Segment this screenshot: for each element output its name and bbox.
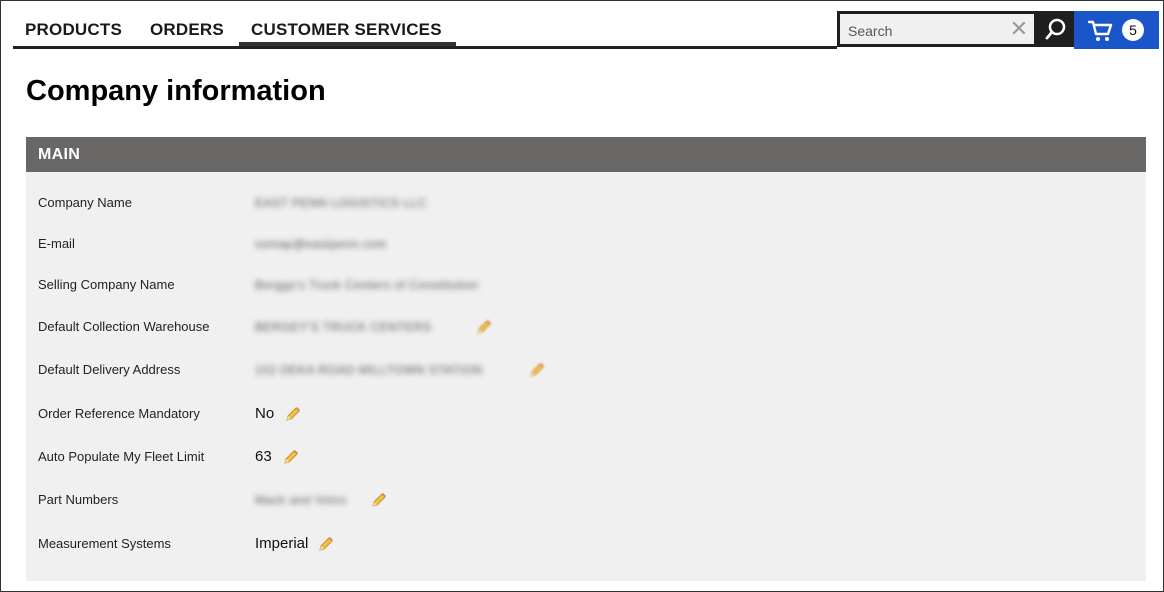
field-email: E-mail ssmap@eastpenn.com (38, 232, 1118, 256)
field-label: Default Collection Warehouse (38, 319, 210, 334)
cart-icon (1087, 20, 1113, 41)
field-default-collection-warehouse: Default Collection Warehouse BERGEY'S TR… (38, 315, 1118, 339)
field-auto-populate-fleet-limit: Auto Populate My Fleet Limit 63 (38, 445, 1118, 469)
field-part-numbers: Part Numbers Mack and Volvo (38, 488, 1118, 512)
field-value: 102 DEKA ROAD MILLTOWN STATION (255, 363, 483, 377)
field-selling-company-name: Selling Company Name Berggs's Truck Cent… (38, 273, 1118, 297)
edit-pencil-icon[interactable] (370, 491, 388, 509)
nav-underline (13, 46, 837, 49)
cart-button[interactable]: 5 (1074, 11, 1159, 49)
section-title: MAIN (26, 137, 1146, 172)
field-label: Order Reference Mandatory (38, 406, 200, 421)
clear-search-icon[interactable]: ✕ (1008, 18, 1030, 40)
search-icon (1045, 18, 1066, 40)
field-value: Imperial (255, 535, 309, 552)
search-input[interactable] (846, 20, 1000, 42)
cart-count-badge: 5 (1122, 19, 1144, 41)
tab-customer-services[interactable]: CUSTOMER SERVICES (239, 11, 454, 46)
search-box: ✕ (837, 11, 1037, 47)
field-label: Selling Company Name (38, 277, 175, 292)
field-value: BERGEY'S TRUCK CENTERS (255, 320, 432, 334)
edit-pencil-icon[interactable] (528, 361, 546, 379)
field-value: ssmap@eastpenn.com (255, 237, 387, 251)
field-value: Berggs's Truck Centers of Constitution (255, 278, 479, 292)
field-value: Mack and Volvo (255, 493, 347, 507)
field-order-reference-mandatory: Order Reference Mandatory No (38, 402, 1118, 426)
page-title: Company information (26, 75, 326, 107)
field-label: Measurement Systems (38, 536, 171, 551)
edit-pencil-icon[interactable] (317, 535, 335, 553)
field-label: Company Name (38, 195, 132, 210)
search-button[interactable] (1037, 11, 1074, 47)
field-label: Default Delivery Address (38, 362, 181, 377)
edit-pencil-icon[interactable] (284, 405, 302, 423)
page-frame: PRODUCTS ORDERS CUSTOMER SERVICES ✕ 5 Co… (0, 0, 1164, 592)
field-value: 63 (255, 448, 272, 465)
edit-pencil-icon[interactable] (475, 318, 493, 336)
field-value: No (255, 405, 275, 422)
edit-pencil-icon[interactable] (282, 448, 300, 466)
field-default-delivery-address: Default Delivery Address 102 DEKA ROAD M… (38, 358, 1118, 382)
field-value: EAST PENN LOGISTICS LLC (255, 196, 427, 210)
field-label: E-mail (38, 236, 75, 251)
top-navigation: PRODUCTS ORDERS CUSTOMER SERVICES ✕ 5 (13, 11, 1159, 49)
field-measurement-systems: Measurement Systems Imperial (38, 532, 1118, 556)
tab-products[interactable]: PRODUCTS (13, 11, 134, 46)
tab-orders[interactable]: ORDERS (138, 11, 236, 46)
field-company-name: Company Name EAST PENN LOGISTICS LLC (38, 191, 1118, 215)
field-label: Auto Populate My Fleet Limit (38, 449, 205, 464)
main-section-panel: MAIN Company Name EAST PENN LOGISTICS LL… (26, 137, 1146, 581)
field-label: Part Numbers (38, 492, 119, 507)
